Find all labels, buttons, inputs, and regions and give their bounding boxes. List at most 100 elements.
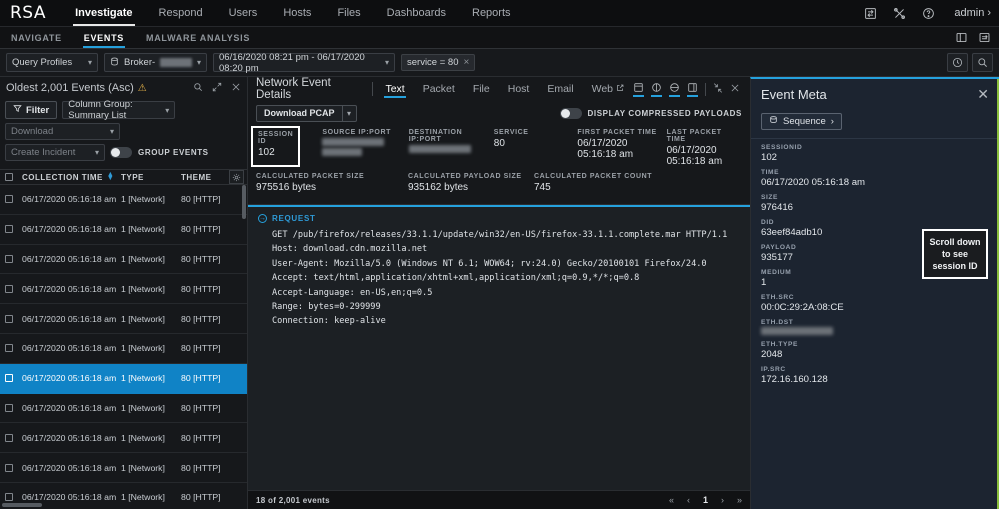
row-checkbox[interactable] [5, 344, 13, 353]
nav-item-reports[interactable]: Reports [459, 0, 524, 26]
view-mode-side-by-side-icon[interactable] [651, 82, 662, 97]
tab-web[interactable]: Web [583, 77, 633, 101]
tab-host[interactable]: Host [499, 77, 539, 101]
subnav-item-malware-analysis[interactable]: MALWARE ANALYSIS [135, 27, 261, 48]
table-row[interactable]: 06/17/2020 05:16:18 am 1 [Network] 80 [HTT… [0, 245, 247, 275]
search-button[interactable] [972, 53, 993, 72]
column-header-collection-time[interactable]: COLLECTION TIME ▲ ▼ [13, 171, 121, 182]
filter-button[interactable]: Filter [5, 101, 58, 119]
table-row[interactable]: 06/17/2020 05:16:18 am 1 [Network] 80 [HTT… [0, 453, 247, 483]
close-icon[interactable] [231, 79, 241, 97]
table-row[interactable]: 06/17/2020 05:16:18 am 1 [Network] 80 [HTT… [0, 363, 247, 394]
expand-icon[interactable] [212, 79, 222, 97]
subnav-item-events[interactable]: EVENTS [73, 27, 135, 48]
admin-user-menu[interactable]: admin › [950, 7, 991, 19]
row-checkbox[interactable] [5, 284, 13, 293]
help-icon[interactable] [921, 6, 936, 21]
last-page-button[interactable]: » [737, 495, 742, 505]
query-profiles-dropdown[interactable]: Query Profiles ▾ [6, 53, 98, 72]
select-all-checkbox[interactable] [5, 173, 13, 181]
events-horizontal-scrollbar[interactable] [2, 503, 42, 507]
event-meta-field[interactable]: ETH.DST [761, 319, 989, 335]
tasks-icon[interactable] [863, 6, 878, 21]
query-time-info-button[interactable] [947, 53, 968, 72]
view-mode-list-icon[interactable] [633, 82, 644, 97]
column-header-type[interactable]: TYPE [121, 173, 181, 182]
table-row[interactable]: 06/17/2020 05:16:18 am 1 [Network] 80 [HTT… [0, 423, 247, 454]
row-checkbox[interactable] [5, 254, 13, 263]
collapse-icon[interactable] [713, 80, 723, 98]
table-row[interactable]: 06/17/2020 05:16:18 am 1 [Network] 80 [HTT… [0, 334, 247, 364]
cell-theme: 80 [HTTP] [181, 283, 221, 294]
event-meta-field[interactable]: ETH.SRC 00:0C:29:2A:08:CE [761, 294, 989, 313]
previous-page-button[interactable]: ‹ [687, 495, 690, 505]
row-checkbox[interactable] [5, 433, 13, 442]
first-page-button[interactable]: « [669, 495, 674, 505]
group-events-toggle-wrap[interactable]: GROUP EVENTS [110, 147, 209, 158]
events-vertical-scrollbar[interactable] [242, 185, 246, 219]
row-checkbox[interactable] [5, 195, 13, 204]
nav-item-hosts[interactable]: Hosts [270, 0, 324, 26]
subnav-item-navigate[interactable]: NAVIGATE [0, 27, 73, 48]
view-mode-panel-icon[interactable] [687, 82, 698, 97]
table-row[interactable]: 06/17/2020 05:16:18 am 1 [Network] 80 [HTT… [0, 185, 247, 215]
nav-item-investigate[interactable]: Investigate [62, 0, 145, 26]
table-row[interactable]: 06/17/2020 05:16:18 am 1 [Network] 80 [HTT… [0, 394, 247, 424]
column-header-collection-time-label: COLLECTION TIME [22, 172, 103, 182]
current-page-number[interactable]: 1 [703, 495, 708, 505]
nav-item-dashboards[interactable]: Dashboards [374, 0, 459, 26]
events-pagination-bar: 18 of 2,001 events « ‹ 1 › » [248, 490, 750, 509]
column-header-theme[interactable]: THEME [181, 173, 229, 182]
sequence-button[interactable]: Sequence › [761, 112, 842, 130]
event-meta-field[interactable]: IP.SRC 172.16.160.128 [761, 366, 989, 385]
tab-email[interactable]: Email [538, 77, 582, 101]
gear-icon[interactable] [229, 170, 244, 184]
filter-chip-service[interactable]: service = 80 × [401, 54, 476, 71]
close-icon[interactable] [730, 80, 740, 98]
cell-theme: 80 [HTTP] [181, 462, 221, 473]
next-page-button[interactable]: › [721, 495, 724, 505]
tab-text[interactable]: Text [376, 77, 413, 101]
tab-packet[interactable]: Packet [414, 77, 464, 101]
toggle-left-panel-icon[interactable] [955, 31, 968, 44]
row-checkbox[interactable] [5, 463, 13, 472]
close-icon[interactable]: ✕ [977, 87, 989, 101]
date-range-picker[interactable]: 06/16/2020 08:21 pm - 06/17/2020 08:20 p… [213, 52, 395, 74]
display-compressed-payloads-toggle[interactable] [559, 107, 582, 119]
row-checkbox[interactable] [5, 403, 13, 412]
events-list-panel: Oldest 2,001 Events (Asc) ⚠ Filter Colum… [0, 77, 248, 509]
row-checkbox[interactable] [5, 374, 13, 383]
table-row[interactable]: 06/17/2020 05:16:18 am 1 [Network] 80 [HTT… [0, 274, 247, 305]
chevron-down-icon[interactable]: ▾ [341, 105, 356, 121]
nav-item-respond[interactable]: Respond [146, 0, 216, 26]
close-icon[interactable]: × [464, 57, 470, 68]
column-group-dropdown[interactable]: Column Group: Summary List ▾ [62, 99, 176, 121]
row-checkbox[interactable] [5, 314, 13, 323]
table-row[interactable]: 06/17/2020 05:16:18 am 1 [Network] 80 [HTT… [0, 483, 247, 502]
event-meta-field[interactable]: TIME 06/17/2020 05:16:18 am [761, 169, 989, 188]
nav-item-users[interactable]: Users [216, 0, 271, 26]
download-pcap-button[interactable]: Download PCAP ▾ [256, 104, 357, 122]
search-icon[interactable] [193, 79, 203, 97]
tab-text-label: Text [385, 83, 405, 95]
event-meta-field[interactable]: ETH.TYPE 2048 [761, 341, 989, 360]
group-events-toggle[interactable] [110, 147, 132, 158]
broker-selector-dropdown[interactable]: Broker- ▾ [104, 53, 207, 72]
create-incident-dropdown[interactable]: Create Incident ▾ [5, 144, 105, 161]
nav-item-files[interactable]: Files [324, 0, 373, 26]
event-meta-field-value: 172.16.160.128 [761, 373, 828, 385]
download-dropdown[interactable]: Download ▾ [5, 123, 120, 140]
event-meta-field[interactable]: SESSIONID 102 [761, 144, 989, 163]
row-checkbox[interactable] [5, 493, 13, 502]
toggle-event-panel-icon[interactable] [978, 31, 991, 44]
sort-arrows-icon[interactable]: ▲ ▼ [107, 171, 114, 182]
view-mode-compact-icon[interactable] [669, 82, 680, 97]
settings-tools-icon[interactable] [892, 6, 907, 21]
table-row[interactable]: 06/17/2020 05:16:18 am 1 [Network] 80 [HTT… [0, 215, 247, 245]
tab-file[interactable]: File [464, 77, 499, 101]
row-checkbox[interactable] [5, 225, 13, 234]
display-compressed-payloads-control[interactable]: DISPLAY COMPRESSED PAYLOADS [559, 107, 742, 119]
event-summary-row-1: SESSION ID 102 SOURCE IP:PORT DESTINATIO… [251, 126, 742, 167]
event-meta-field[interactable]: SIZE 976416 [761, 194, 989, 213]
table-row[interactable]: 06/17/2020 05:16:18 am 1 [Network] 80 [HTT… [0, 304, 247, 334]
